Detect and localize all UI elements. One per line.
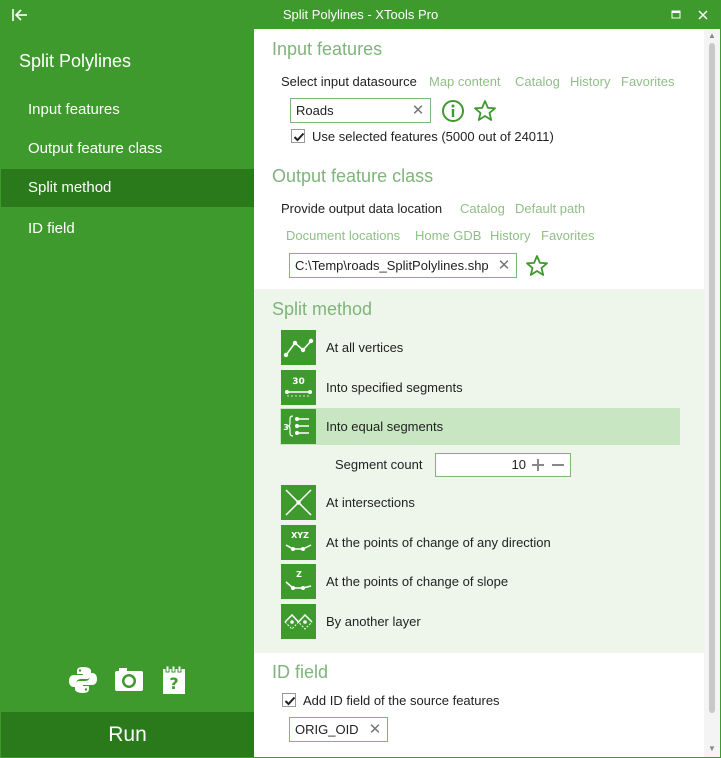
app-window: Split Polylines - XTools Pro Split Polyl… — [0, 0, 721, 758]
section-title-input-features: Input features — [272, 39, 383, 59]
method-at-all-vertices[interactable]: At all vertices — [280, 329, 680, 366]
link-output-favorites[interactable]: Favorites — [541, 228, 594, 243]
output-path-value: C:\Temp\roads_SplitPolylines.shp — [295, 258, 489, 273]
notes-icon[interactable]: ? — [158, 663, 192, 697]
segment-count-value: 10 — [511, 457, 526, 472]
svg-text:XYZ: XYZ — [291, 531, 309, 540]
datasource-label: Select input datasource — [281, 74, 417, 89]
method-label: Into equal segments — [326, 419, 444, 434]
link-default-path[interactable]: Default path — [515, 201, 585, 216]
favorite-star-icon[interactable] — [473, 99, 497, 123]
svg-text:?: ? — [169, 674, 178, 693]
sidebar-heading: Split Polylines — [19, 51, 132, 71]
id-field-input[interactable]: ORIG_OID ✕ — [289, 717, 388, 742]
svg-text:30: 30 — [292, 377, 305, 387]
slope-change-icon: Z — [281, 564, 316, 599]
minus-icon[interactable] — [550, 457, 566, 473]
output-path-field[interactable]: C:\Temp\roads_SplitPolylines.shp ✕ — [289, 253, 517, 278]
link-history[interactable]: History — [570, 74, 610, 89]
segment-count-stepper[interactable]: 10 — [435, 453, 571, 477]
link-document-locations[interactable]: Document locations — [286, 228, 400, 243]
link-output-history[interactable]: History — [490, 228, 530, 243]
segment-count-label: Segment count — [335, 457, 423, 472]
svg-text:3: 3 — [283, 423, 289, 432]
close-button[interactable] — [695, 7, 711, 23]
run-button[interactable]: Run — [1, 712, 254, 757]
equal-segments-icon: 3 — [281, 409, 316, 444]
link-favorites[interactable]: Favorites — [621, 74, 674, 89]
checkmark-icon — [284, 696, 296, 706]
method-at-intersections[interactable]: At intersections — [280, 484, 680, 521]
link-map-content[interactable]: Map content — [429, 74, 501, 89]
section-title-split-method: Split method — [272, 299, 373, 319]
method-label: At all vertices — [326, 340, 404, 355]
link-output-catalog[interactable]: Catalog — [460, 201, 505, 216]
maximize-icon — [671, 10, 681, 19]
method-into-specified-segments[interactable]: 30 Into specified segments — [280, 369, 680, 406]
section-title-output-feature-class: Output feature class — [272, 166, 434, 186]
checkmark-icon — [293, 132, 305, 142]
output-location-label: Provide output data location — [281, 201, 443, 216]
intersections-icon — [281, 485, 316, 520]
use-selected-checkbox[interactable] — [291, 129, 305, 143]
method-into-equal-segments[interactable]: 3 Into equal segments — [280, 408, 680, 445]
add-id-field-checkbox[interactable] — [282, 693, 296, 707]
direction-change-icon: XYZ — [281, 525, 316, 560]
input-datasource-field[interactable]: Roads ✕ — [290, 98, 431, 123]
clear-icon[interactable]: ✕ — [411, 99, 425, 122]
clear-icon[interactable]: ✕ — [497, 254, 511, 277]
sidebar-tools: ? — [66, 663, 196, 699]
vertices-icon — [281, 330, 316, 365]
title-bar: Split Polylines - XTools Pro — [1, 1, 720, 29]
use-selected-label: Use selected features (5000 out of 24011… — [312, 129, 554, 144]
method-by-another-layer[interactable]: By another layer — [280, 603, 680, 640]
link-home-gdb[interactable]: Home GDB — [415, 228, 481, 243]
specified-segments-icon: 30 — [281, 370, 316, 405]
svg-text:Z: Z — [296, 570, 302, 579]
method-label: Into specified segments — [326, 380, 463, 395]
add-id-field-label: Add ID field of the source features — [303, 693, 500, 708]
clear-icon[interactable]: ✕ — [368, 718, 382, 741]
id-field-value: ORIG_OID — [295, 722, 359, 737]
sidebar-item-split-method[interactable]: Split method — [1, 169, 254, 207]
method-label: By another layer — [326, 614, 421, 629]
method-change-of-direction[interactable]: XYZ At the points of change of any direc… — [280, 524, 680, 561]
sidebar-item-output-feature-class[interactable]: Output feature class — [1, 130, 254, 168]
window-title: Split Polylines - XTools Pro — [282, 7, 439, 22]
method-label: At the points of change of any direction — [326, 535, 551, 550]
sidebar: Split Polylines Input features Output fe… — [1, 29, 254, 757]
method-change-of-slope[interactable]: Z At the points of change of slope — [280, 563, 680, 600]
favorite-star-icon[interactable] — [525, 254, 549, 278]
camera-icon[interactable] — [112, 663, 146, 697]
another-layer-icon — [281, 604, 316, 639]
vertical-scrollbar[interactable]: ▲ ▼ — [704, 29, 720, 757]
close-icon — [698, 10, 708, 20]
link-catalog[interactable]: Catalog — [515, 74, 560, 89]
info-icon[interactable] — [441, 99, 465, 123]
input-datasource-value: Roads — [296, 103, 334, 118]
scrollbar-thumb[interactable] — [709, 43, 715, 713]
sidebar-item-id-field[interactable]: ID field — [1, 210, 254, 248]
plus-icon[interactable] — [530, 457, 546, 473]
section-title-id-field: ID field — [272, 662, 329, 682]
python-icon[interactable] — [66, 663, 100, 697]
maximize-button[interactable] — [668, 7, 684, 23]
scroll-up-arrow-icon[interactable]: ▲ — [707, 31, 717, 41]
method-label: At the points of change of slope — [326, 574, 509, 589]
method-label: At intersections — [326, 495, 415, 510]
scroll-down-arrow-icon[interactable]: ▼ — [707, 744, 717, 754]
sidebar-item-input-features[interactable]: Input features — [1, 91, 254, 129]
main-content: Input features Select input datasource M… — [254, 29, 704, 757]
